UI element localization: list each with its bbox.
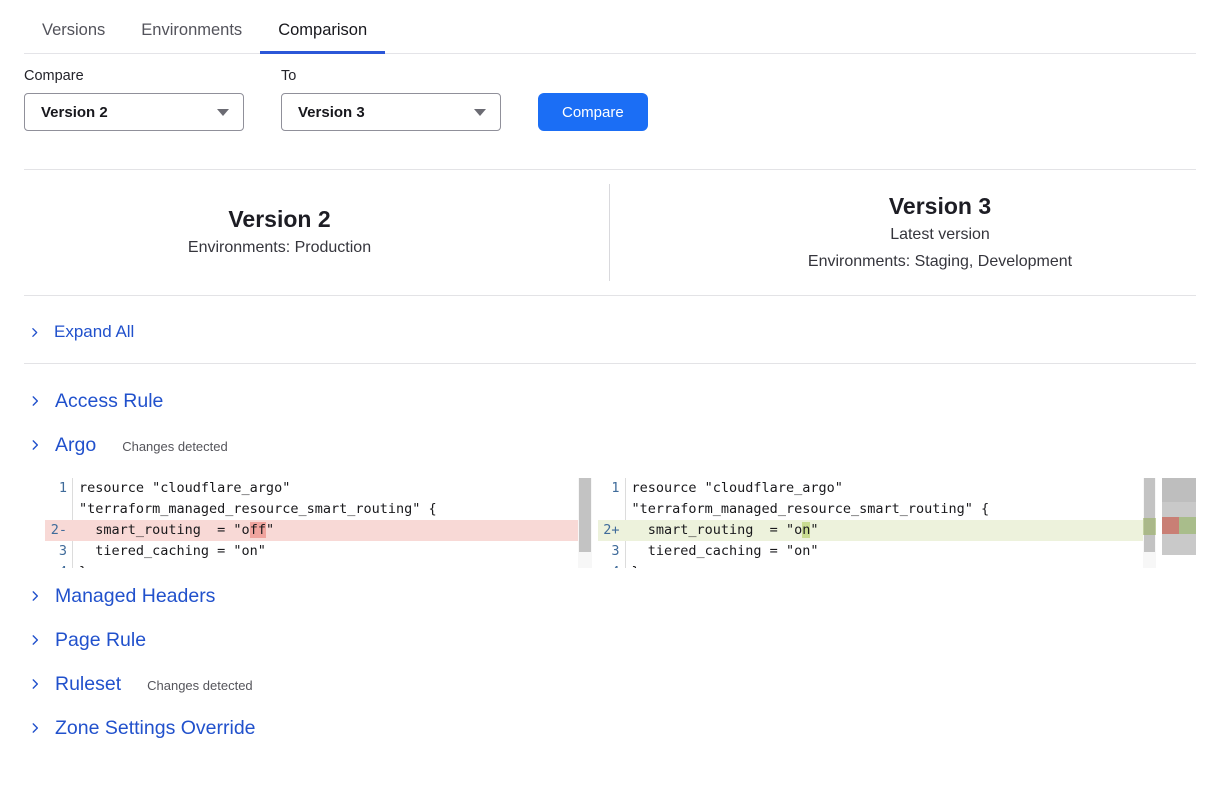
version-headers: Version 2 Environments: Production Versi… [24,170,1196,295]
version-left-header: Version 2 Environments: Production [24,204,609,261]
tab-environments[interactable]: Environments [123,12,260,53]
line-code: smart_routing = "on" [626,520,819,541]
expand-all-button[interactable]: Expand All [28,322,134,342]
diff-line: 4 } [45,562,578,568]
diff-line: 3 tiered_caching = "on" [45,541,578,562]
line-number [598,499,626,520]
line-number: 2+ [598,520,626,541]
line-code: "terraform_managed_resource_smart_routin… [73,499,437,520]
chevron-right-icon [28,589,42,603]
chevron-right-icon [28,438,42,452]
section-argo[interactable]: Argo Changes detected [24,434,1196,457]
chevron-right-icon [28,721,42,735]
argo-diff-view: 1 resource "cloudflare_argo" "terraform_… [45,478,1196,568]
line-number: 3 [598,541,626,562]
section-label: Ruleset [55,673,121,696]
compare-from-select[interactable]: Version 2 [24,93,244,131]
line-number: 4 [598,562,626,568]
section-label: Managed Headers [55,585,215,608]
line-number: 1 [598,478,626,499]
line-code: } [73,562,87,568]
overview-added-marker [1179,517,1196,534]
tab-bar: Versions Environments Comparison [24,12,1196,54]
line-number: 3 [45,541,73,562]
line-number [45,499,73,520]
changes-badge: Changes detected [147,675,253,693]
compare-to-value: Version 3 [298,104,365,121]
compare-controls: Compare Version 2 To Version 3 Compare [24,68,1196,131]
section-page-rule[interactable]: Page Rule [24,629,1196,652]
diff-code-right: 1 resource "cloudflare_argo" "terraform_… [598,478,1143,568]
line-code: } [626,562,640,568]
scrollbar-thumb[interactable] [1144,478,1155,552]
compare-to-group: To Version 3 [281,68,501,131]
tab-comparison[interactable]: Comparison [260,12,385,53]
version-right-title: Version 3 [684,191,1196,221]
version-left-environments: Environments: Production [24,234,535,261]
line-number: 1 [45,478,73,499]
tab-versions[interactable]: Versions [24,12,123,53]
comparison-page: Versions Environments Comparison Compare… [0,0,1224,740]
diff-pane-left: 1 resource "cloudflare_argo" "terraform_… [45,478,592,568]
chevron-down-icon [217,109,229,116]
chevron-down-icon [474,109,486,116]
line-code: resource "cloudflare_argo" [73,478,290,499]
chevron-right-icon [28,326,41,339]
compare-button[interactable]: Compare [538,93,648,131]
scrollbar-right[interactable] [1143,478,1156,568]
line-number: 2- [45,520,73,541]
diff-line: 4 } [598,562,1143,568]
diff-code-left: 1 resource "cloudflare_argo" "terraform_… [45,478,578,568]
diff-line: 1 resource "cloudflare_argo" [45,478,578,499]
line-code: tiered_caching = "on" [73,541,266,562]
version-right-environments: Environments: Staging, Development [684,248,1196,275]
line-code: tiered_caching = "on" [626,541,819,562]
line-code: resource "cloudflare_argo" [626,478,843,499]
resource-sections: Access Rule Argo Changes detected 1 reso… [24,364,1196,740]
compare-from-label: Compare [24,68,244,84]
removed-text-highlight: ff [250,522,266,538]
section-ruleset[interactable]: Ruleset Changes detected [24,673,1196,696]
compare-from-group: Compare Version 2 [24,68,244,131]
version-right-header: Version 3 Latest version Environments: S… [610,191,1196,275]
overview-removed-marker [1162,517,1179,534]
chevron-right-icon [28,394,42,408]
compare-to-label: To [281,68,501,84]
chevron-right-icon [28,633,42,647]
line-number: 4 [45,562,73,568]
line-code: "terraform_managed_resource_smart_routin… [626,499,990,520]
version-right-subtitle: Latest version [684,221,1196,248]
version-left-title: Version 2 [24,204,535,234]
section-label: Access Rule [55,390,163,413]
expand-all-label: Expand All [54,322,134,342]
diff-line-added: 2+ smart_routing = "on" [598,520,1143,541]
section-label: Page Rule [55,629,146,652]
diff-overview-ruler[interactable] [1162,478,1196,555]
diff-pane-right: 1 resource "cloudflare_argo" "terraform_… [598,478,1196,568]
scrollbar-thumb[interactable] [579,478,591,552]
compare-from-value: Version 2 [41,104,108,121]
diff-line-wrap: "terraform_managed_resource_smart_routin… [45,499,578,520]
compare-to-select[interactable]: Version 3 [281,93,501,131]
diff-line-wrap: "terraform_managed_resource_smart_routin… [598,499,1143,520]
diff-line: 1 resource "cloudflare_argo" [598,478,1143,499]
section-managed-headers[interactable]: Managed Headers [24,585,1196,608]
overview-viewport [1162,478,1196,502]
diff-line-removed: 2- smart_routing = "off" [45,520,578,541]
diff-line: 3 tiered_caching = "on" [598,541,1143,562]
changes-badge: Changes detected [122,436,228,454]
section-label: Argo [55,434,96,457]
expand-all-row: Expand All [24,296,1196,364]
scrollbar-added-marker [1143,518,1156,535]
section-access-rule[interactable]: Access Rule [24,390,1196,413]
section-zone-settings-override[interactable]: Zone Settings Override [24,717,1196,740]
section-label: Zone Settings Override [55,717,256,740]
chevron-right-icon [28,677,42,691]
line-code: smart_routing = "off" [73,520,274,541]
scrollbar-left[interactable] [578,478,592,568]
